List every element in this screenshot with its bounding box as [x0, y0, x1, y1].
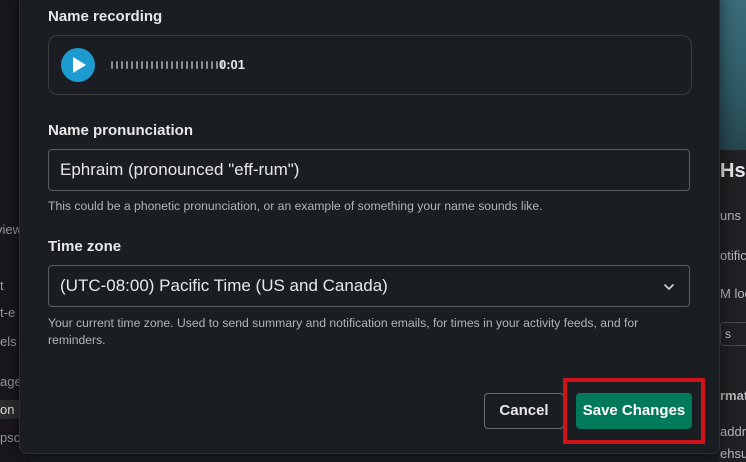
time-zone-hint: Your current time zone. Used to send sum… [48, 316, 639, 347]
name-pronunciation-hint: This could be a phonetic pronunciation, … [48, 199, 543, 213]
bg-sidebar-item: els [0, 334, 17, 349]
bg-profile-text: ehsu18@g [720, 446, 746, 461]
bg-sidebar-item: t-e [0, 305, 16, 320]
bg-profile-name: Hsu [720, 160, 746, 182]
name-pronunciation-label: Name pronunciation [48, 122, 194, 139]
name-recording-label: Name recording [48, 8, 163, 25]
time-zone-label: Time zone [48, 238, 122, 255]
bg-profile-heading: rmat [720, 388, 746, 403]
annotation-highlight-box [563, 378, 705, 444]
chevron-down-icon [664, 284, 674, 290]
time-zone-selected-value: (UTC-08:00) Pacific Time (US and Canada) [60, 276, 388, 295]
audio-waveform [111, 60, 223, 70]
bg-profile-text: uns [720, 208, 741, 223]
recording-duration: 0:01 [219, 57, 246, 72]
bg-profile-text: M loc [720, 286, 746, 301]
bg-profile-text: addres [720, 424, 746, 439]
background-profile-panel: Hsu uns otific M loc s rmat addres ehsu1… [718, 0, 746, 462]
profile-photo [718, 0, 746, 150]
bg-sidebar-item: t [0, 278, 4, 293]
name-pronunciation-input[interactable]: Ephraim (pronounced "eff-rum") [48, 149, 690, 191]
bg-sidebar-item: psc [0, 430, 21, 445]
bg-profile-text: otific [720, 248, 746, 263]
play-icon [73, 57, 86, 73]
time-zone-select[interactable]: (UTC-08:00) Pacific Time (US and Canada) [48, 265, 690, 307]
name-recording-player: 0:01 [48, 35, 692, 95]
play-button[interactable] [61, 48, 95, 82]
bg-profile-button: s [720, 322, 746, 346]
cancel-button[interactable]: Cancel [484, 393, 564, 429]
